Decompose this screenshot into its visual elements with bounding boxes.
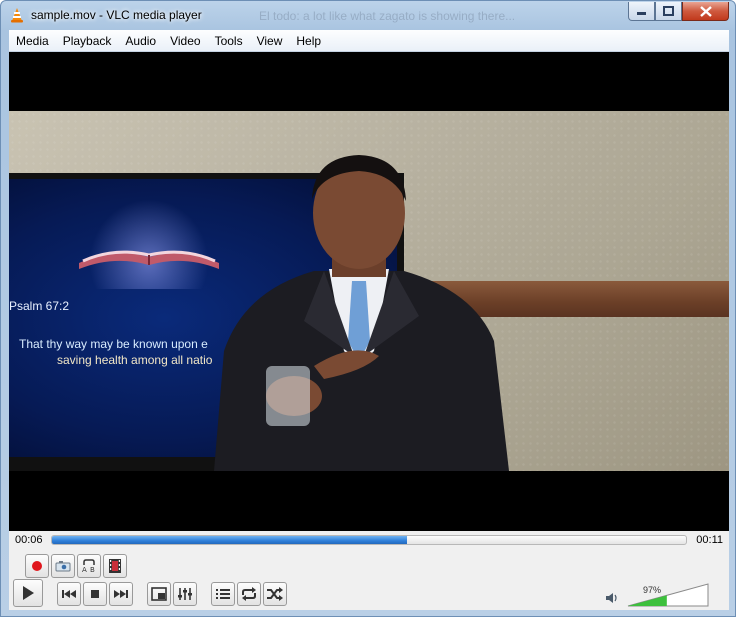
- speaker-icon[interactable]: [605, 592, 619, 604]
- playlist-icon: [216, 589, 230, 599]
- background-window-title: El todo: a lot like what zagato is showi…: [259, 9, 516, 23]
- title-bar[interactable]: sample.mov - VLC media player El todo: a…: [1, 1, 735, 30]
- maximize-icon: [663, 6, 674, 16]
- next-button[interactable]: [109, 582, 133, 606]
- skip-forward-icon: [114, 590, 128, 598]
- video-frame: Psalm 67:2 That thy way may be known upo…: [9, 111, 729, 471]
- vlc-cone-icon: [11, 8, 23, 23]
- seek-progress: [52, 536, 408, 544]
- verse-line-1: That thy way may be known upon e: [19, 337, 208, 351]
- elapsed-time: 00:06: [15, 534, 43, 546]
- frame-by-frame-icon: [109, 559, 121, 573]
- verse-line-2: saving health among all natio: [57, 353, 213, 367]
- camera-icon: [55, 561, 71, 572]
- fullscreen-icon: [151, 587, 167, 601]
- play-button[interactable]: [13, 579, 43, 607]
- menu-audio[interactable]: Audio: [118, 31, 163, 51]
- equalizer-icon: [178, 588, 192, 600]
- play-icon: [23, 586, 34, 600]
- record-button[interactable]: [25, 554, 49, 578]
- menu-tools[interactable]: Tools: [208, 31, 250, 51]
- close-icon: [699, 5, 712, 17]
- video-area[interactable]: Psalm 67:2 That thy way may be known upo…: [9, 52, 729, 531]
- menu-help[interactable]: Help: [289, 31, 328, 51]
- control-bar: A B 97%: [9, 551, 729, 610]
- loop-ab-button[interactable]: A B: [77, 554, 101, 578]
- menu-view[interactable]: View: [250, 31, 290, 51]
- stop-button[interactable]: [83, 582, 107, 606]
- record-icon: [32, 561, 42, 571]
- shuffle-button[interactable]: [263, 582, 287, 606]
- window-title: sample.mov - VLC media player: [31, 8, 202, 22]
- maximize-button[interactable]: [655, 2, 682, 21]
- svg-text:A: A: [82, 566, 87, 573]
- playlist-button[interactable]: [211, 582, 235, 606]
- minimize-button[interactable]: [628, 2, 655, 21]
- menu-bar: Media Playback Audio Video Tools View He…: [9, 30, 729, 52]
- speaker-person: [214, 155, 509, 471]
- volume-control: 97%: [605, 581, 715, 607]
- seek-slider[interactable]: [51, 535, 687, 545]
- seek-row: 00:06 00:11: [9, 531, 729, 551]
- psalm-reference: Psalm 67:2: [9, 299, 70, 313]
- menu-playback[interactable]: Playback: [56, 31, 119, 51]
- menu-media[interactable]: Media: [9, 31, 56, 51]
- close-button[interactable]: [682, 2, 729, 21]
- loop-button[interactable]: [237, 582, 261, 606]
- frame-by-frame-button[interactable]: [103, 554, 127, 578]
- skip-back-icon: [62, 590, 76, 598]
- fullscreen-button[interactable]: [147, 582, 171, 606]
- loop-icon: [242, 587, 256, 601]
- svg-text:B: B: [90, 566, 95, 573]
- menu-video[interactable]: Video: [163, 31, 207, 51]
- snapshot-button[interactable]: [51, 554, 75, 578]
- volume-slider[interactable]: [627, 583, 709, 607]
- total-time[interactable]: 00:11: [696, 534, 723, 546]
- shuffle-icon: [267, 587, 283, 601]
- extended-settings-button[interactable]: [173, 582, 197, 606]
- loop-ab-icon: A B: [82, 559, 95, 573]
- minimize-icon: [637, 12, 646, 15]
- previous-button[interactable]: [57, 582, 81, 606]
- stop-icon: [91, 590, 99, 598]
- vlc-window: sample.mov - VLC media player El todo: a…: [0, 0, 736, 617]
